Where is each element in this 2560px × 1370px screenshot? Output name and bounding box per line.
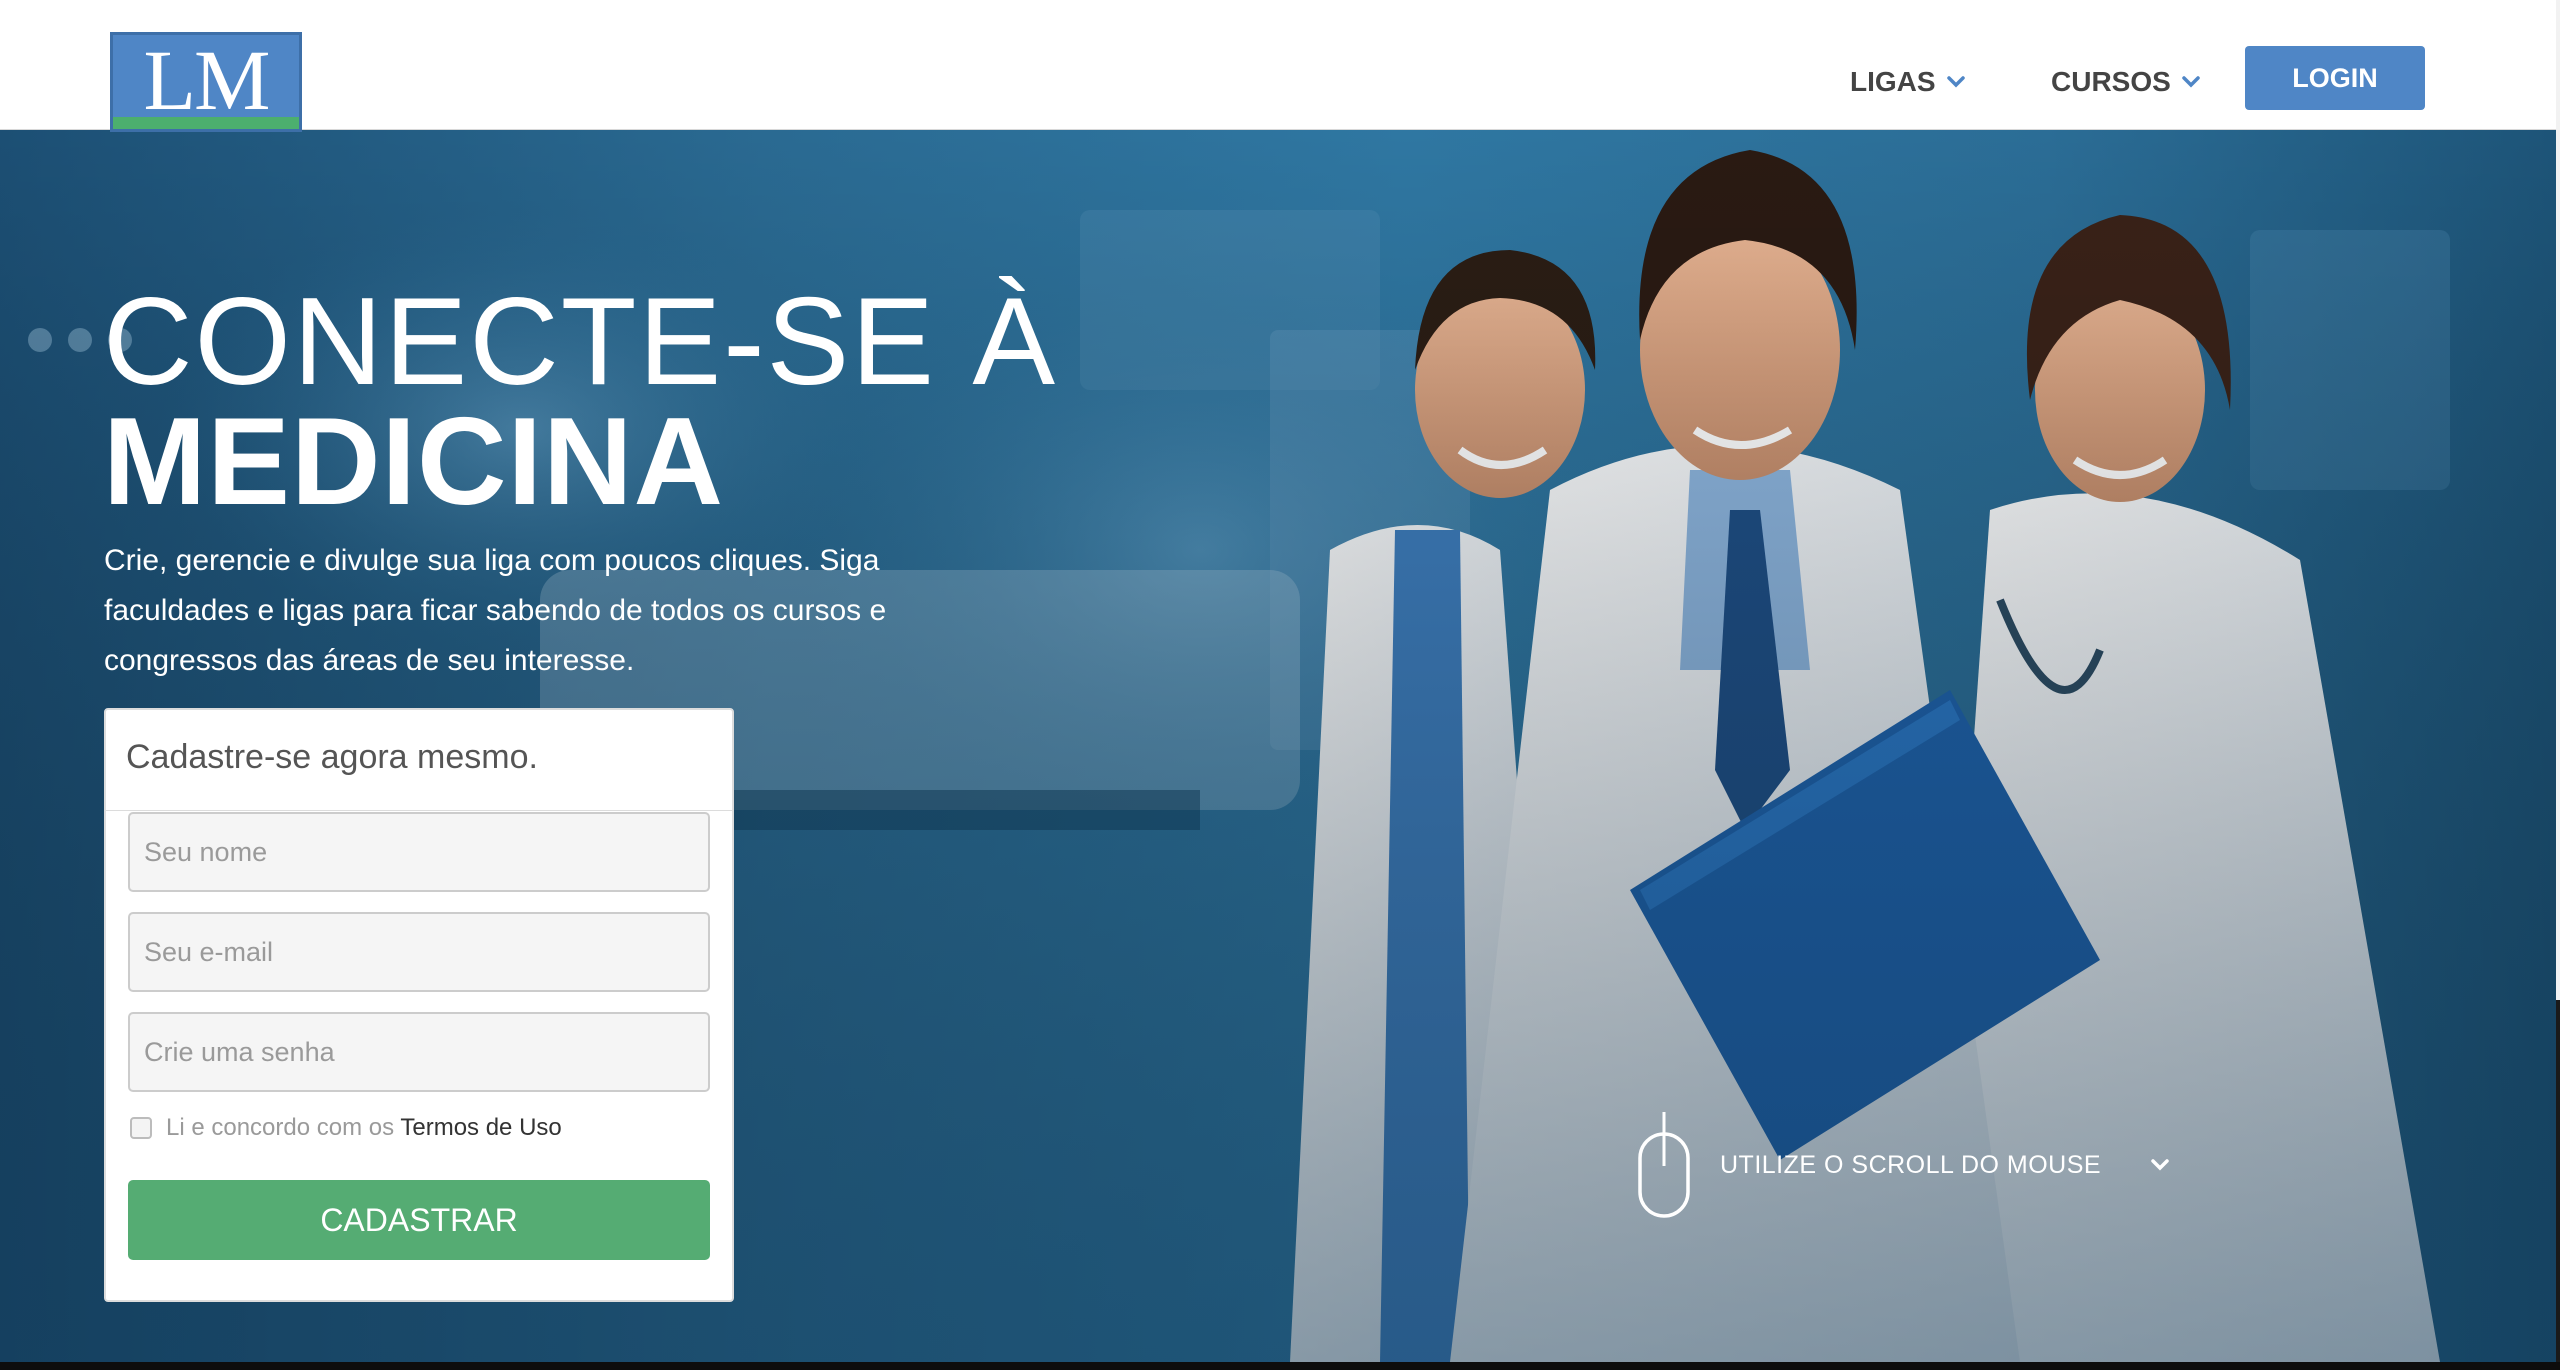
chevron-down-icon <box>1946 76 1965 88</box>
signup-divider <box>106 810 732 811</box>
logo-text: LM <box>143 32 271 128</box>
scrollbar-thumb[interactable] <box>2556 0 2560 1000</box>
chevron-down-icon <box>2182 76 2200 88</box>
login-button[interactable]: LOGIN <box>2245 46 2425 110</box>
terms-prefix: Li e concordo com os <box>166 1114 395 1141</box>
hero-headline-bold: MEDICINA <box>103 393 725 531</box>
signup-form: Cadastre-se agora mesmo. Li e concordo c… <box>104 708 734 1302</box>
hero-description: Crie, gerencie e divulge sua liga com po… <box>104 544 887 677</box>
nav-item-label: LIGAS <box>1850 66 1936 97</box>
register-button[interactable]: CADASTRAR <box>128 1180 710 1260</box>
nav-item-label: CURSOS <box>2051 66 2171 97</box>
password-field[interactable] <box>128 1012 710 1092</box>
logo-underline <box>113 117 299 129</box>
signup-title: Cadastre-se agora mesmo. <box>126 738 538 776</box>
site-header: LM LIGAS CURSOS LOGIN <box>0 0 2556 132</box>
terms-link[interactable]: Termos de Uso <box>400 1114 561 1141</box>
nav-item-ligas[interactable]: LIGAS <box>1850 66 1966 98</box>
chevron-down-icon <box>2151 1159 2169 1171</box>
terms-row: Li e concordo com os Termos de Uso <box>130 1114 562 1142</box>
brand-logo[interactable]: LM <box>110 32 302 132</box>
name-field[interactable] <box>128 812 710 892</box>
terms-text: Li e concordo com os Termos de Uso <box>166 1114 562 1142</box>
email-field[interactable] <box>128 912 710 992</box>
scroll-hint-text: UTILIZE O SCROLL DO MOUSE <box>1720 1150 2102 1179</box>
hero-section: CONECTE-SE À MEDICINA Crie, gerencie e d… <box>0 130 2556 1362</box>
hero-headline-light: CONECTE-SE À <box>103 273 1058 411</box>
scroll-hint: UTILIZE O SCROLL DO MOUSE <box>1636 1110 2171 1220</box>
mouse-icon <box>1638 1112 1690 1218</box>
page-scrollbar[interactable] <box>2556 0 2560 1362</box>
terms-checkbox[interactable] <box>130 1117 152 1139</box>
nav-item-cursos[interactable]: CURSOS <box>2051 66 2201 98</box>
